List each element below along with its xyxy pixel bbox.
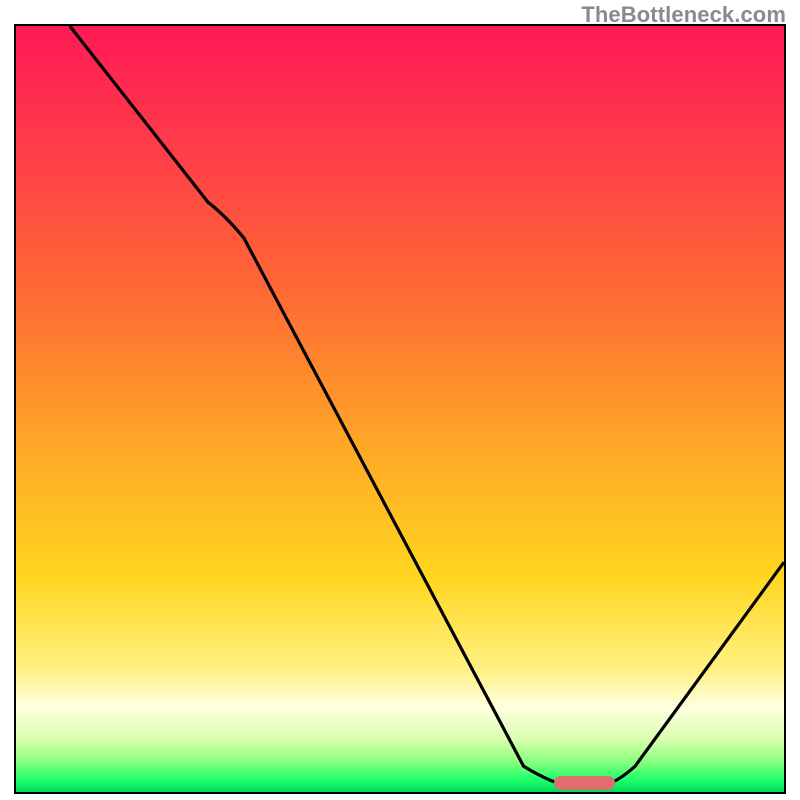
chart-frame — [14, 24, 786, 794]
bottleneck-curve — [16, 26, 784, 792]
minimum-marker — [554, 776, 615, 790]
curve-path — [70, 26, 784, 784]
